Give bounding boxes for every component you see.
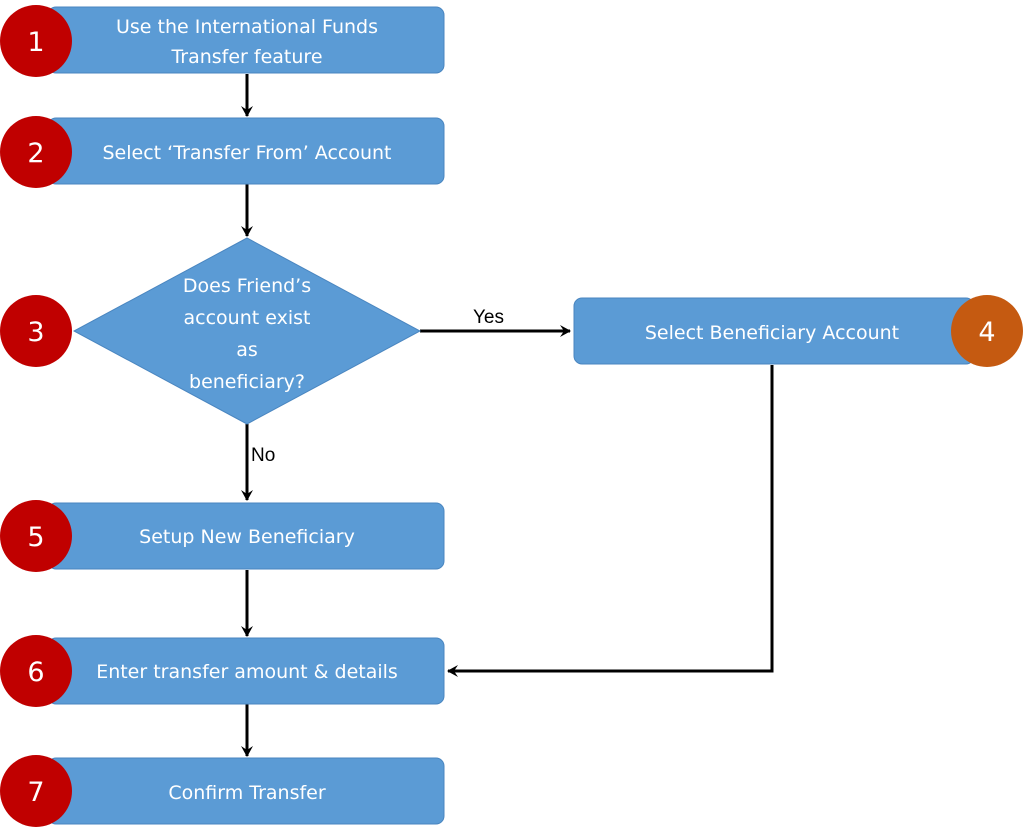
step-3-diamond	[72, 237, 422, 425]
step-3-label-line-1: Does Friend’s	[183, 275, 311, 297]
step-1[interactable]: Use the International Funds Transfer fea…	[0, 5, 445, 77]
step-3-label-line-2: account exist	[184, 307, 311, 329]
arrow-4-to-6	[447, 365, 774, 677]
step-2-number: 2	[27, 138, 44, 169]
flowchart: Yes No Use the International Funds Trans…	[0, 5, 1023, 827]
step-7-number: 7	[27, 777, 44, 808]
step-4-number: 4	[978, 317, 995, 348]
step-4-label: Select Beneficiary Account	[645, 322, 899, 344]
step-5[interactable]: Setup New Beneficiary 5	[0, 500, 445, 572]
step-5-label: Setup New Beneficiary	[139, 526, 355, 548]
step-7[interactable]: Confirm Transfer 7	[0, 755, 445, 827]
step-1-label-line-1: Use the International Funds	[116, 16, 378, 38]
step-6-label: Enter transfer amount & details	[96, 661, 398, 683]
step-2[interactable]: Select ‘Transfer From’ Account 2	[0, 116, 445, 188]
step-4[interactable]: Select Beneficiary Account 4	[573, 295, 1023, 367]
step-7-label: Confirm Transfer	[168, 782, 326, 804]
step-2-label: Select ‘Transfer From’ Account	[103, 142, 392, 164]
step-1-label-line-2: Transfer feature	[170, 46, 322, 68]
step-5-number: 5	[27, 522, 44, 553]
step-1-number: 1	[27, 27, 44, 58]
step-6[interactable]: Enter transfer amount & details 6	[0, 635, 445, 707]
no-label: No	[251, 445, 275, 466]
step-6-number: 6	[27, 657, 44, 688]
step-3-label-line-4: beneficiary?	[189, 371, 305, 393]
step-3-number: 3	[27, 317, 44, 348]
step-3-decision[interactable]: Does Friend’s account exist as beneficia…	[0, 237, 422, 425]
yes-label: Yes	[473, 307, 504, 328]
step-3-label-line-3: as	[236, 339, 258, 361]
